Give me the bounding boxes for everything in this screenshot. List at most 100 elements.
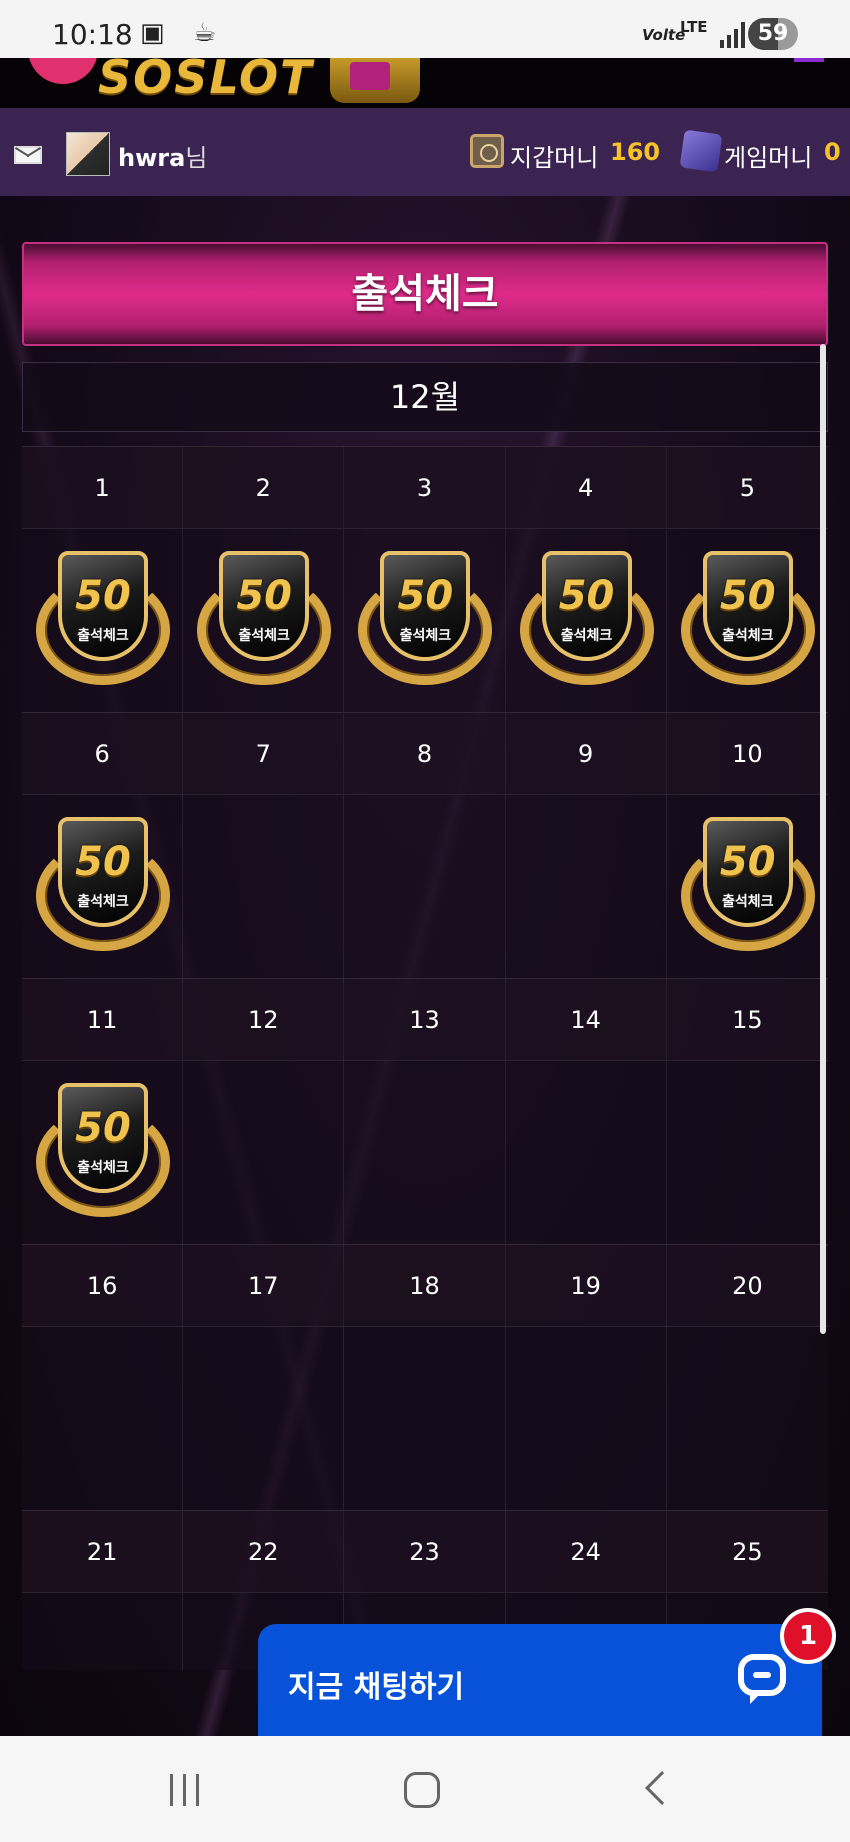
attendance-badge-icon: 50 출석체크: [36, 1083, 170, 1217]
calendar-stamp-cell: [506, 1061, 667, 1244]
calendar-day-number: 25: [732, 1538, 763, 1566]
calendar-stamp-cell: [344, 1061, 506, 1244]
calendar-stamp-cell: [667, 1061, 828, 1244]
calendar-day-number: 10: [732, 740, 763, 768]
badge-label: 출석체크: [77, 894, 129, 910]
system-nav-bar: [0, 1736, 850, 1842]
battery-icon: 59: [748, 18, 798, 50]
badge-label: 출석체크: [560, 628, 613, 644]
lips-icon: [28, 58, 98, 84]
calendar-stamp-row: [22, 1326, 828, 1510]
calendar-day-number: 23: [344, 1511, 506, 1592]
attendance-badge-icon: 50 출석체크: [36, 551, 170, 685]
calendar-stamp-cell: [183, 1061, 345, 1244]
attendance-badge-icon: 50 출석체크: [358, 551, 493, 685]
attendance-badge-icon: 50 출석체크: [197, 551, 332, 685]
scrollbar[interactable]: [820, 344, 826, 1334]
slot-machine-icon: [330, 58, 420, 103]
calendar-day-number: 2: [183, 447, 345, 528]
calendar-day-number: 14: [506, 979, 667, 1060]
calendar-stamp-cell: [667, 1327, 828, 1510]
calendar-stamp-cell: 50 출석체크: [506, 529, 667, 712]
calendar-day-number: 19: [506, 1245, 667, 1326]
safe-icon: [470, 134, 504, 168]
calendar-day-number: 6: [22, 713, 184, 794]
chat-bubble-icon: [738, 1654, 786, 1704]
calendar-day-row: 6 7 8 9 10: [22, 712, 828, 794]
lte-icon: LTE: [680, 18, 708, 36]
calendar-stamp-row: 50 출석체크 50 출석체크: [22, 794, 828, 978]
calendar-day-number: 9: [506, 713, 667, 794]
badge-number: 50: [397, 573, 454, 619]
calendar-day-number: 18: [344, 1245, 506, 1326]
attendance-badge-icon: 50 출석체크: [680, 817, 815, 951]
badge-label: 출석체크: [77, 628, 129, 644]
calendar-day-row: 11 12 13 14 15: [22, 978, 828, 1060]
attendance-badge-icon: 50 출석체크: [519, 551, 654, 685]
badge-number: 50: [719, 573, 776, 619]
calendar-stamp-cell: [506, 795, 667, 978]
game-money-label: 게임머니: [724, 144, 813, 172]
calendar-stamp-cell: [22, 1593, 184, 1670]
calendar-stamp-row: 50 출석체크: [22, 1060, 828, 1244]
month-label: 12월: [22, 362, 828, 432]
avatar[interactable]: [66, 132, 110, 176]
badge-number: 50: [236, 573, 293, 619]
back-icon[interactable]: [645, 1771, 679, 1805]
menu-tab[interactable]: [794, 58, 824, 62]
calendar-day-number: 15: [732, 1006, 763, 1034]
calendar-stamp-row: 50 출석체크 50 출석체크 50 출석체크 50 출석체크 50 출석체크: [22, 528, 828, 712]
calendar-day-number: 21: [22, 1511, 184, 1592]
username[interactable]: hwra님: [118, 138, 207, 173]
calendar-day-number: 4: [506, 447, 667, 528]
calendar-day-row: 1234 5: [22, 446, 828, 528]
logo: SOSLOT: [98, 58, 314, 104]
main-content: 출석체크 12월 1 2 3 4 5 50 출석체크 50 출석체크 50 출석체크 50 출석체크 50…: [0, 196, 850, 1736]
calendar-day-number: 12: [183, 979, 345, 1060]
badge-label: 출석체크: [238, 628, 290, 644]
signal-icon: [718, 22, 746, 48]
chat-unread-badge: 1: [780, 1608, 836, 1664]
calendar-stamp-cell: [506, 1327, 667, 1510]
mail-icon[interactable]: [14, 146, 42, 164]
calendar-stamp-cell: [344, 795, 506, 978]
calendar-stamp-cell: [22, 1327, 184, 1510]
wallet-money-value: 160: [610, 138, 661, 166]
game-money-value: 0: [824, 138, 841, 166]
attendance-calendar: 1 2 3 4 5 50 출석체크 50 출석체크 50 출석체크 50 출석체크 50 출석체크 6 7 8 9 1…: [22, 446, 828, 1670]
calendar-day-number: 24: [506, 1511, 667, 1592]
recent-apps-icon[interactable]: [170, 1774, 202, 1806]
status-notification-icons: ▣ ☕: [140, 18, 227, 48]
calendar-day-number: 16: [22, 1245, 184, 1326]
calendar-stamp-cell: 50 출석체크: [667, 795, 828, 978]
page-title: 출석체크: [22, 242, 828, 346]
calendar-stamp-cell: 50 출석체크: [183, 529, 345, 712]
badge-label: 출석체크: [399, 628, 452, 644]
status-time: 10:18: [52, 18, 133, 51]
calendar-day-number: 7: [183, 713, 345, 794]
logo-banner[interactable]: SOSLOT: [0, 58, 850, 108]
calendar-day-number: 17: [183, 1245, 345, 1326]
username-text: hwra: [118, 144, 186, 172]
wallet-money-label: 지갑머니: [510, 144, 599, 172]
badge-number: 50: [558, 573, 615, 619]
badge-number: 50: [719, 839, 776, 885]
badge-number: 50: [75, 573, 131, 619]
calendar-stamp-cell: [183, 1327, 345, 1510]
calendar-day-number: 20: [732, 1272, 763, 1300]
user-bar: hwra님 지갑머니 160 게임머니 0: [0, 108, 850, 196]
calendar-day-number: 3: [344, 447, 506, 528]
calendar-day-number: 1: [22, 447, 184, 528]
game-box-icon: [679, 129, 723, 173]
status-bar: 10:18 ▣ ☕ Volte LTE 59: [0, 0, 850, 58]
home-icon[interactable]: [404, 1772, 440, 1808]
badge-label: 출석체크: [77, 1160, 129, 1176]
badge-number: 50: [75, 1105, 131, 1151]
calendar-day-row: 16 17 18 19 20: [22, 1244, 828, 1326]
badge-label: 출석체크: [721, 894, 774, 910]
attendance-badge-icon: 50 출석체크: [36, 817, 170, 951]
calendar-day-number: 13: [344, 979, 506, 1060]
calendar-day-number: 8: [344, 713, 506, 794]
chat-now-button[interactable]: 지금 채팅하기: [258, 1624, 822, 1736]
calendar-stamp-cell: 50 출석체크: [22, 529, 184, 712]
